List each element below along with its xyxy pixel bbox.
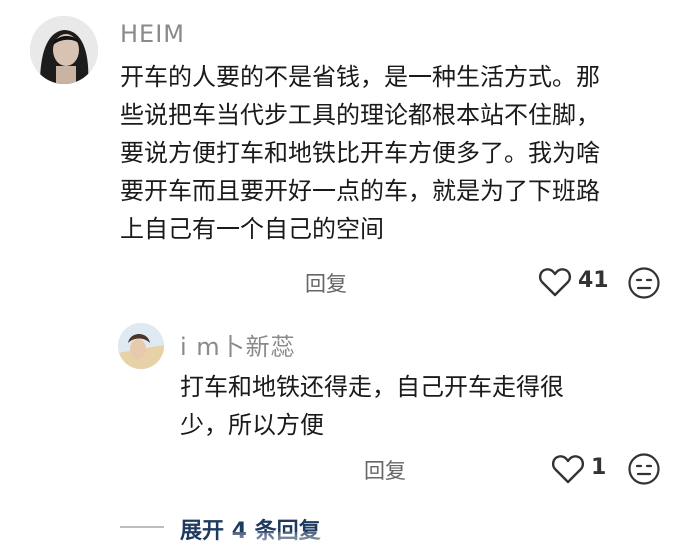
reply-like-count: 1 [591, 455, 607, 480]
comment-username[interactable]: HEIM [120, 20, 185, 48]
expand-divider [120, 526, 164, 528]
comment-text: 开车的人要的不是省钱，是一种生活方式。那些说把车当代步工具的理论都根本站不住脚，… [120, 63, 600, 243]
heart-outline-icon[interactable] [551, 453, 585, 485]
reply-reply-button[interactable]: 回复 [364, 455, 406, 485]
neutral-face-icon[interactable] [627, 266, 661, 300]
comment-reply-button[interactable]: 回复 [305, 268, 347, 298]
bottom-fade [230, 532, 430, 556]
neutral-face-icon[interactable] [627, 452, 661, 486]
reply-text: 打车和地铁还得走，自己开车走得很少，所以方便 [180, 373, 564, 439]
heart-outline-icon[interactable] [538, 266, 572, 298]
comment-like-count: 41 [578, 268, 609, 293]
avatar-heim[interactable] [30, 16, 98, 84]
reply-username[interactable]: i m卜新蕊 [180, 327, 296, 362]
avatar-reply-user[interactable] [118, 323, 164, 369]
